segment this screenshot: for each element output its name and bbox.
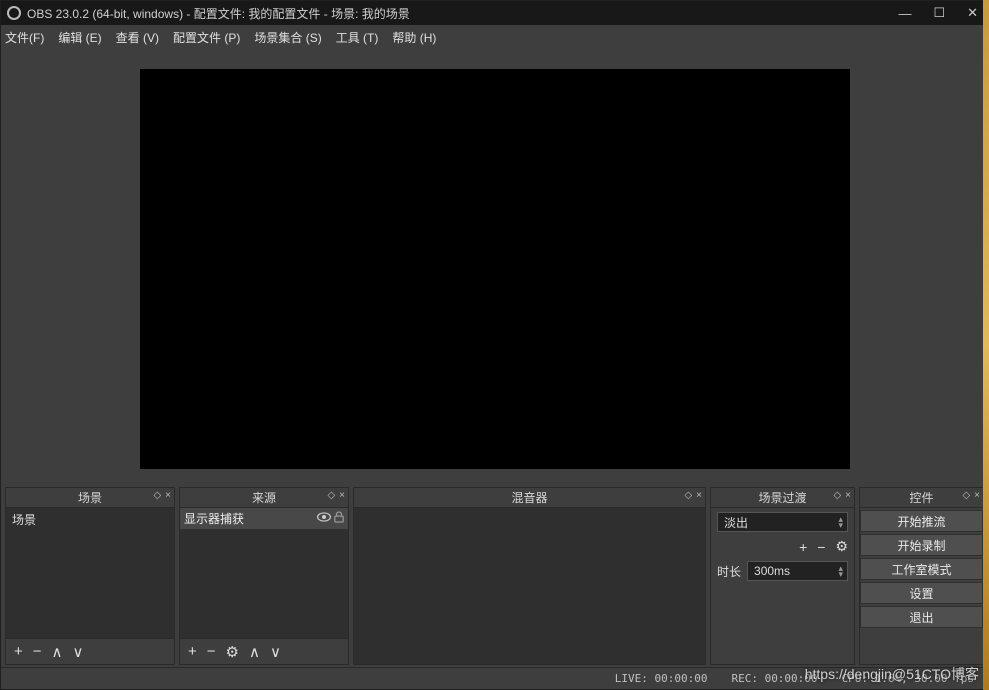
dock-close-icon[interactable]: × xyxy=(696,490,702,501)
duration-label: 时长 xyxy=(717,563,741,580)
menu-tools[interactable]: 工具 (T) xyxy=(336,29,379,46)
duration-value: 300ms xyxy=(754,564,790,578)
duration-input[interactable]: 300ms ▴▾ xyxy=(747,561,848,581)
app-icon xyxy=(7,6,21,20)
lock-toggle-icon[interactable] xyxy=(334,511,344,526)
sources-list[interactable]: 显示器捕获 xyxy=(180,508,348,638)
preview-canvas[interactable] xyxy=(140,69,850,469)
transition-settings-button[interactable]: ⚙ xyxy=(835,538,848,555)
remove-source-button[interactable]: − xyxy=(207,643,216,660)
dock-transitions: 场景过渡 ◇ × 淡出 ▴▾ + − ⚙ 时长 xyxy=(710,487,855,665)
close-button[interactable]: ✕ xyxy=(967,5,978,21)
dock-transitions-title: 场景过渡 xyxy=(758,489,806,506)
exit-button[interactable]: 退出 xyxy=(860,606,983,628)
dock-popout-icon[interactable]: ◇ xyxy=(962,490,970,501)
controls-body: 开始推流 开始录制 工作室模式 设置 退出 xyxy=(860,508,983,664)
add-transition-button[interactable]: + xyxy=(799,539,807,555)
studio-mode-button[interactable]: 工作室模式 xyxy=(860,558,983,580)
dock-row: 场景 ◇ × 场景 + − ∧ ∨ 来源 ◇ × xyxy=(1,487,988,667)
menubar: 文件(F) 编辑 (E) 查看 (V) 配置文件 (P) 场景集合 (S) 工具… xyxy=(1,25,988,49)
dock-mixer: 混音器 ◇ × xyxy=(353,487,706,665)
dock-transitions-header[interactable]: 场景过渡 ◇ × xyxy=(711,488,854,508)
dock-sources-header[interactable]: 来源 ◇ × xyxy=(180,488,348,508)
dock-popout-icon[interactable]: ◇ xyxy=(153,490,161,501)
titlebar[interactable]: OBS 23.0.2 (64-bit, windows) - 配置文件: 我的配… xyxy=(1,1,988,25)
menu-scene-collection[interactable]: 场景集合 (S) xyxy=(254,29,321,46)
watermark-text: https://dengjin@51CTO博客 xyxy=(805,664,979,684)
transitions-body: 淡出 ▴▾ + − ⚙ 时长 300ms ▴▾ xyxy=(711,508,854,664)
dock-popout-icon[interactable]: ◇ xyxy=(833,490,841,501)
source-up-button[interactable]: ∧ xyxy=(249,643,260,661)
minimize-button[interactable]: — xyxy=(898,6,911,21)
dock-scenes: 场景 ◇ × 场景 + − ∧ ∨ xyxy=(5,487,175,665)
start-recording-button[interactable]: 开始录制 xyxy=(860,534,983,556)
dock-popout-icon[interactable]: ◇ xyxy=(327,490,335,501)
scenes-list[interactable]: 场景 xyxy=(6,508,174,638)
remove-scene-button[interactable]: − xyxy=(33,643,42,660)
dock-scenes-title: 场景 xyxy=(78,489,102,506)
transition-select[interactable]: 淡出 ▴▾ xyxy=(717,512,848,532)
dock-controls-header[interactable]: 控件 ◇ × xyxy=(860,488,983,508)
dock-controls-title: 控件 xyxy=(909,489,933,506)
app-window: OBS 23.0.2 (64-bit, windows) - 配置文件: 我的配… xyxy=(0,0,989,690)
dock-close-icon[interactable]: × xyxy=(974,490,980,501)
remove-transition-button[interactable]: − xyxy=(817,539,825,555)
menu-view[interactable]: 查看 (V) xyxy=(116,29,159,46)
dock-sources-title: 来源 xyxy=(252,489,276,506)
source-item[interactable]: 显示器捕获 xyxy=(180,508,348,529)
dock-close-icon[interactable]: × xyxy=(845,490,851,501)
scene-up-button[interactable]: ∧ xyxy=(52,643,63,661)
dock-scenes-header[interactable]: 场景 ◇ × xyxy=(6,488,174,508)
settings-button[interactable]: 设置 xyxy=(860,582,983,604)
visibility-toggle-icon[interactable] xyxy=(317,511,331,526)
dock-controls: 控件 ◇ × 开始推流 开始录制 工作室模式 设置 退出 xyxy=(859,487,984,665)
menu-help[interactable]: 帮助 (H) xyxy=(392,29,436,46)
mixer-body[interactable] xyxy=(354,508,705,664)
source-item-label: 显示器捕获 xyxy=(184,510,317,527)
status-live: LIVE: 00:00:00 xyxy=(615,672,708,685)
window-title: OBS 23.0.2 (64-bit, windows) - 配置文件: 我的配… xyxy=(27,5,898,22)
dock-popout-icon[interactable]: ◇ xyxy=(684,490,692,501)
dock-close-icon[interactable]: × xyxy=(339,490,345,501)
source-down-button[interactable]: ∨ xyxy=(270,643,281,661)
menu-profile[interactable]: 配置文件 (P) xyxy=(173,29,240,46)
dock-mixer-header[interactable]: 混音器 ◇ × xyxy=(354,488,705,508)
scenes-toolbar: + − ∧ ∨ xyxy=(6,638,174,664)
chevron-updown-icon: ▴▾ xyxy=(838,565,843,577)
menu-edit[interactable]: 编辑 (E) xyxy=(58,29,101,46)
chevron-updown-icon: ▴▾ xyxy=(838,516,843,528)
scene-down-button[interactable]: ∨ xyxy=(73,643,84,661)
scene-item[interactable]: 场景 xyxy=(6,508,174,531)
start-streaming-button[interactable]: 开始推流 xyxy=(860,510,983,532)
transition-selected: 淡出 xyxy=(724,514,748,531)
dock-sources: 来源 ◇ × 显示器捕获 xyxy=(179,487,349,665)
maximize-button[interactable]: ☐ xyxy=(933,5,945,21)
menu-file[interactable]: 文件(F) xyxy=(5,29,44,46)
preview-area xyxy=(1,49,988,487)
source-settings-button[interactable]: ⚙ xyxy=(226,643,239,661)
sources-toolbar: + − ⚙ ∧ ∨ xyxy=(180,638,348,664)
dock-close-icon[interactable]: × xyxy=(165,490,171,501)
desktop-edge xyxy=(983,0,989,690)
add-source-button[interactable]: + xyxy=(188,643,197,660)
dock-mixer-title: 混音器 xyxy=(511,489,547,506)
add-scene-button[interactable]: + xyxy=(14,643,23,660)
